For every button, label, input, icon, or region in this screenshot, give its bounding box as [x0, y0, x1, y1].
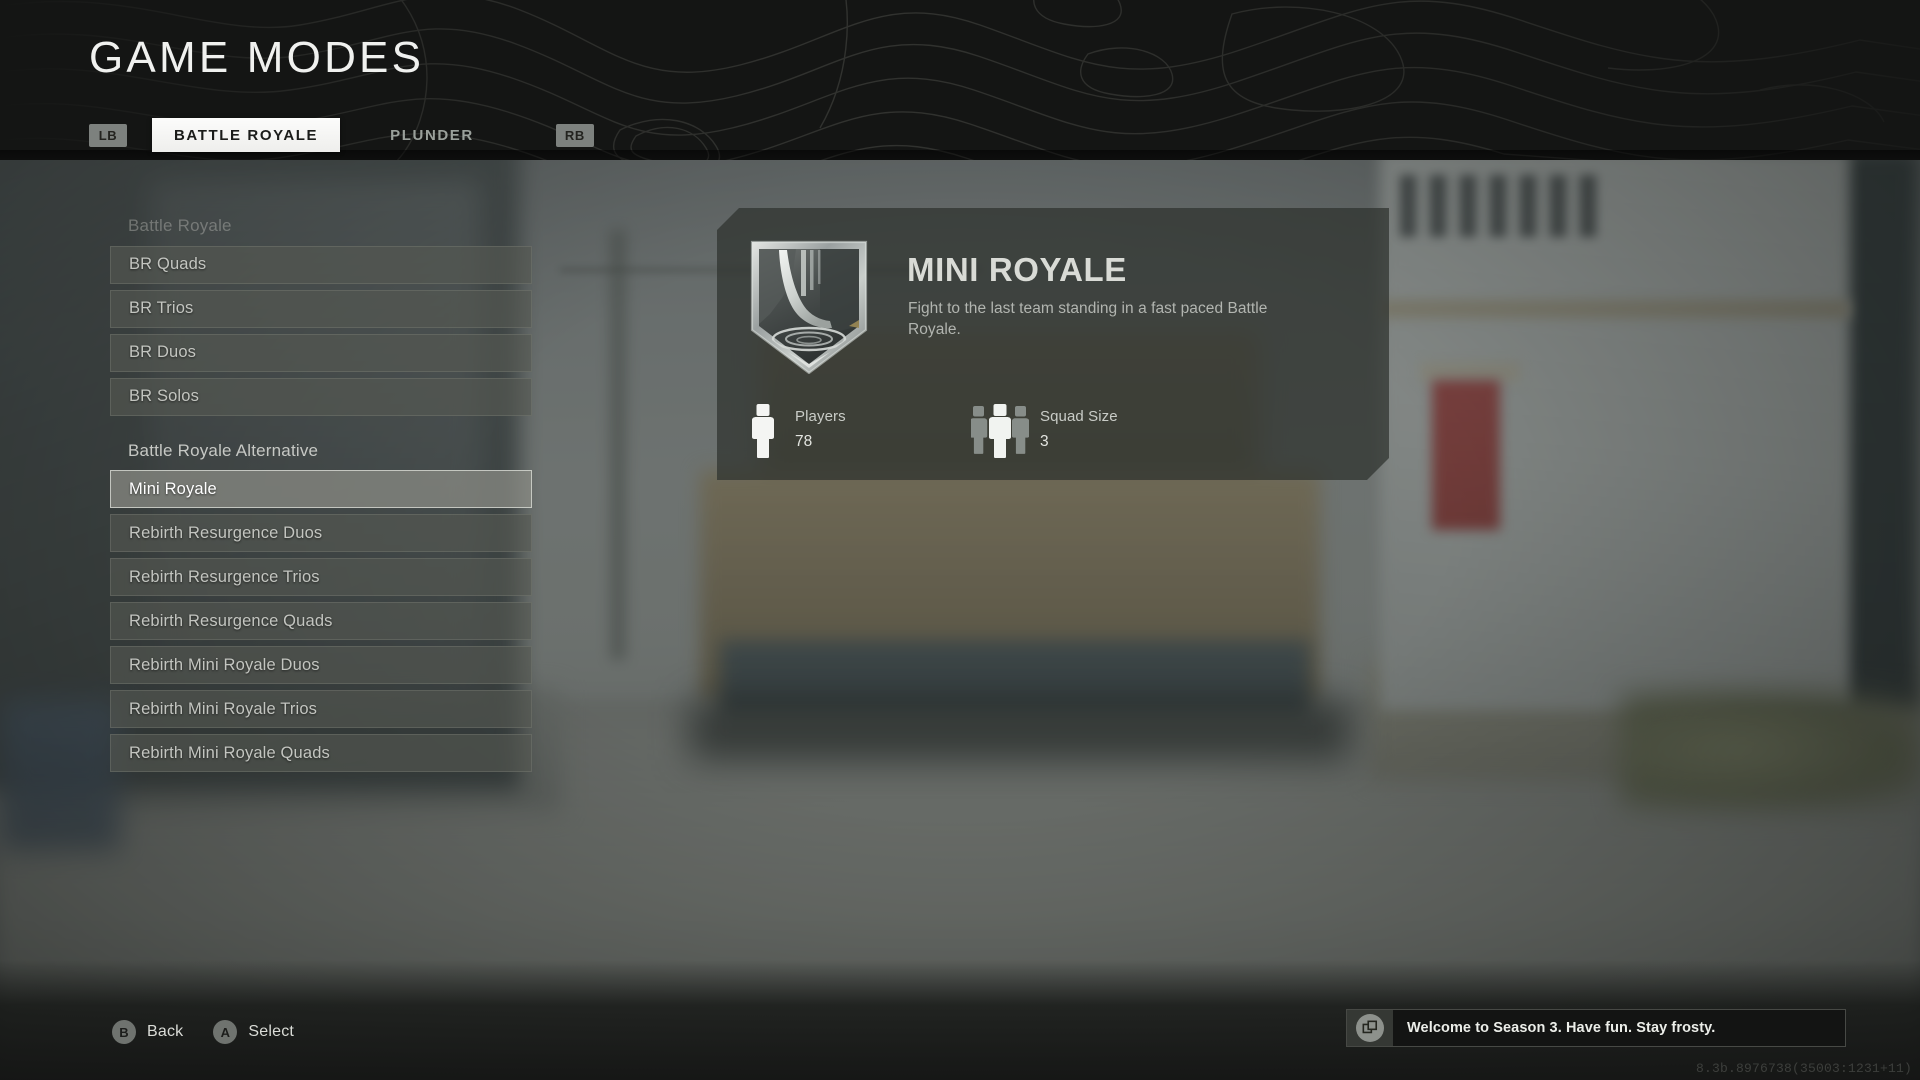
list-item-rebirth-mini-royale-quads[interactable]: Rebirth Mini Royale Quads — [110, 734, 532, 773]
list-section-header-battle-royale-alternative: Battle Royale Alternative — [128, 440, 319, 460]
list-item-rebirth-resurgence-trios[interactable]: Rebirth Resurgence Trios — [110, 558, 532, 597]
lb-bumper-key[interactable]: LB — [89, 123, 127, 147]
game-modes-screen: GAME MODES LB BATTLE ROYALE PLUNDER RB B… — [0, 0, 1920, 1080]
mode-info-panel: MINI ROYALE Fight to the last team stand… — [717, 208, 1389, 480]
list-item-rebirth-mini-royale-duos[interactable]: Rebirth Mini Royale Duos — [110, 646, 532, 685]
stat-players-text: Players 78 — [795, 403, 846, 452]
button-hint-row: B Back A Select — [112, 1020, 294, 1044]
three-people-icon — [971, 403, 1029, 459]
list-item-br-trios[interactable]: BR Trios — [110, 289, 532, 328]
list-item-br-quads[interactable]: BR Quads — [110, 245, 532, 284]
hint-back-label: Back — [147, 1023, 184, 1040]
debug-build-string: 8.3b.8976738(35003:1231+11) — [1695, 1061, 1912, 1076]
mode-title: MINI ROYALE — [907, 251, 1127, 288]
list-item-br-duos[interactable]: BR Duos — [110, 333, 532, 372]
stat-players: Players 78 — [742, 403, 846, 459]
tab-bar: LB BATTLE ROYALE PLUNDER RB — [89, 118, 594, 152]
list-item-rebirth-mini-royale-trios[interactable]: Rebirth Mini Royale Trios — [110, 690, 532, 729]
b-button-icon: B — [112, 1020, 136, 1044]
hint-back[interactable]: B Back — [112, 1020, 183, 1044]
rb-bumper-key[interactable]: RB — [555, 123, 594, 147]
a-button-icon: A — [213, 1020, 238, 1044]
list-section-header-battle-royale: Battle Royale — [128, 216, 232, 235]
list-item-br-solos[interactable]: BR Solos — [110, 377, 532, 416]
waterfall-shield-badge-icon — [746, 240, 872, 374]
tab-plunder[interactable]: PLUNDER — [368, 118, 496, 152]
list-item-rebirth-resurgence-duos[interactable]: Rebirth Resurgence Duos — [110, 514, 532, 553]
list-item-rebirth-resurgence-quads[interactable]: Rebirth Resurgence Quads — [110, 602, 532, 641]
toast-icon-container — [1347, 1010, 1393, 1046]
bottom-bar: B Back A Select Welcome to Season 3. Hav… — [0, 960, 1920, 1080]
stat-players-label: Players — [795, 408, 846, 425]
stat-squad-size: Squad Size 3 — [971, 403, 1118, 459]
list-item-mini-royale[interactable]: Mini Royale — [110, 470, 532, 509]
notification-toast[interactable]: Welcome to Season 3. Have fun. Stay fros… — [1346, 1009, 1846, 1047]
page-title: GAME MODES — [89, 33, 425, 82]
tab-battle-royale[interactable]: BATTLE ROYALE — [152, 118, 341, 152]
layers-copy-icon — [1356, 1014, 1384, 1042]
toast-message: Welcome to Season 3. Have fun. Stay fros… — [1407, 1020, 1716, 1036]
stat-players-value: 78 — [795, 433, 813, 450]
stat-squad-size-text: Squad Size 3 — [1040, 403, 1118, 452]
mode-description: Fight to the last team standing in a fas… — [908, 300, 1268, 338]
game-mode-list: Battle Royale BR Quads BR Trios BR Duos … — [110, 215, 532, 778]
stat-squad-size-value: 3 — [1040, 433, 1049, 450]
hint-select[interactable]: A Select — [213, 1020, 294, 1044]
hint-select-label: Select — [248, 1023, 295, 1040]
single-person-icon — [742, 403, 784, 459]
stat-squad-size-label: Squad Size — [1040, 408, 1118, 425]
